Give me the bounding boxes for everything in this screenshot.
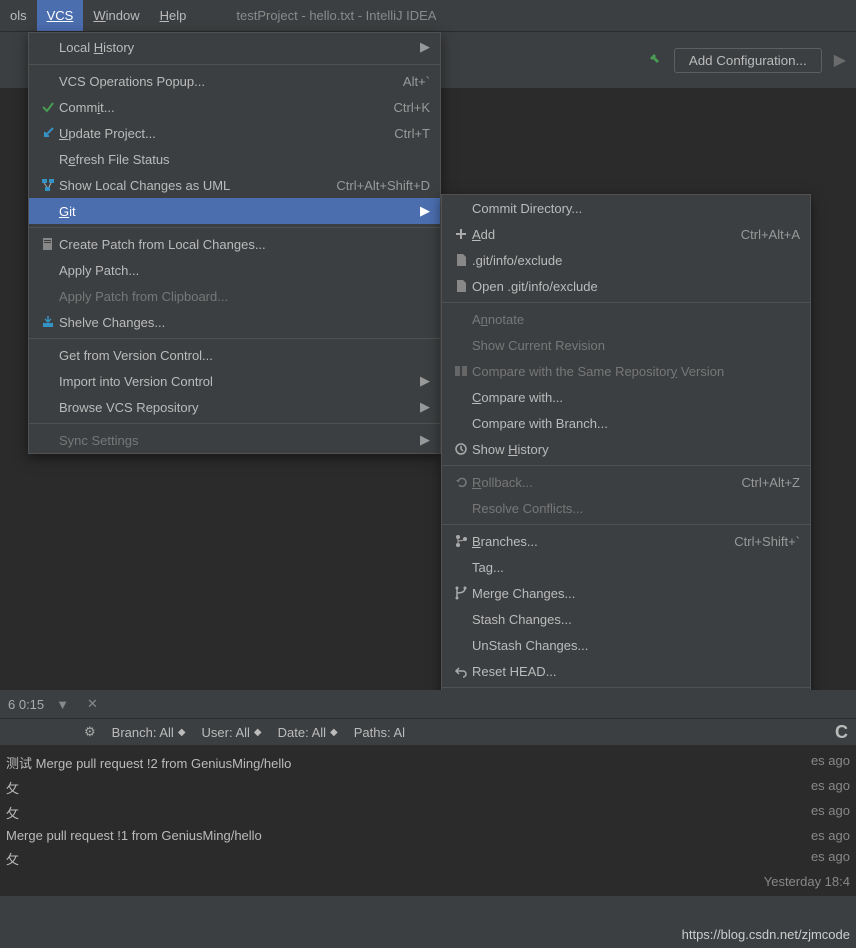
separator xyxy=(442,465,810,466)
separator xyxy=(442,524,810,525)
filter-branch[interactable]: Branch: All◆ xyxy=(112,725,186,740)
gear-icon[interactable]: ⚙ xyxy=(84,724,96,740)
menu-show-uml[interactable]: Show Local Changes as UML Ctrl+Alt+Shift… xyxy=(29,172,440,198)
separator xyxy=(442,302,810,303)
add-configuration-button[interactable]: Add Configuration... xyxy=(674,48,822,73)
menu-tag[interactable]: Tag... xyxy=(442,554,810,580)
separator xyxy=(29,227,440,228)
check-icon xyxy=(37,100,59,114)
menu-update-project[interactable]: Update Project... Ctrl+T xyxy=(29,120,440,146)
log-header: 6 0:15 ▼ ✕ xyxy=(0,690,856,718)
menu-compare-with[interactable]: Compare with... xyxy=(442,384,810,410)
shelve-icon xyxy=(37,315,59,329)
menubar: ols VCS Window Help testProject - hello.… xyxy=(0,0,856,32)
rollback-icon xyxy=(450,475,472,489)
run-icon[interactable]: ▶ xyxy=(834,50,846,70)
menu-window[interactable]: Window xyxy=(83,0,149,31)
menu-tools[interactable]: ols xyxy=(0,0,37,31)
menu-apply-patch[interactable]: Apply Patch... xyxy=(29,257,440,283)
menu-create-patch[interactable]: Create Patch from Local Changes... xyxy=(29,231,440,257)
log-row[interactable]: 攵es ago xyxy=(0,800,856,825)
menu-open-exclude[interactable]: Open .git/info/exclude xyxy=(442,273,810,299)
vcs-log-panel: 6 0:15 ▼ ✕ ⚙ Branch: All◆ User: All◆ Dat… xyxy=(0,690,856,948)
log-row[interactable]: 攵es ago xyxy=(0,775,856,800)
menu-refresh-status[interactable]: Refresh File Status xyxy=(29,146,440,172)
menu-add[interactable]: Add Ctrl+Alt+A xyxy=(442,221,810,247)
menu-stash[interactable]: Stash Changes... xyxy=(442,606,810,632)
refresh-icon[interactable]: C xyxy=(835,722,848,743)
log-filter-bar: ⚙ Branch: All◆ User: All◆ Date: All◆ Pat… xyxy=(0,718,856,746)
menu-show-revision: Show Current Revision xyxy=(442,332,810,358)
update-icon xyxy=(37,126,59,140)
chevron-right-icon: ▶ xyxy=(418,373,430,389)
chevron-right-icon: ▶ xyxy=(418,399,430,415)
chevron-down-icon[interactable]: ▼ xyxy=(56,697,69,712)
hammer-icon[interactable] xyxy=(646,52,662,68)
file-icon xyxy=(450,279,472,293)
uml-icon xyxy=(37,178,59,192)
log-row[interactable]: Yesterday 18:4 xyxy=(0,871,856,892)
menu-branches[interactable]: Branches... Ctrl+Shift+` xyxy=(442,528,810,554)
menu-compare-same: Compare with the Same Repository Version xyxy=(442,358,810,384)
menu-vcs-operations[interactable]: VCS Operations Popup... Alt+` xyxy=(29,68,440,94)
log-row[interactable]: 测试 Merge pull request !2 from GeniusMing… xyxy=(0,750,856,775)
menu-browse-vcs[interactable]: Browse VCS Repository ▶ xyxy=(29,394,440,420)
watermark: https://blog.csdn.net/zjmcode xyxy=(682,927,850,942)
menu-commit[interactable]: Commit... Ctrl+K xyxy=(29,94,440,120)
close-icon[interactable]: ✕ xyxy=(87,696,98,712)
menu-annotate: Annotate xyxy=(442,306,810,332)
filter-paths[interactable]: Paths: Al xyxy=(354,725,405,740)
menu-apply-patch-clipboard: Apply Patch from Clipboard... xyxy=(29,283,440,309)
menu-resolve-conflicts: Resolve Conflicts... xyxy=(442,495,810,521)
chevron-right-icon: ▶ xyxy=(418,432,430,448)
menu-unstash[interactable]: UnStash Changes... xyxy=(442,632,810,658)
menu-rollback: Rollback... Ctrl+Alt+Z xyxy=(442,469,810,495)
menu-vcs[interactable]: VCS xyxy=(37,0,84,31)
separator xyxy=(29,64,440,65)
menu-sync-settings: Sync Settings ▶ xyxy=(29,427,440,453)
filter-date[interactable]: Date: All◆ xyxy=(278,725,338,740)
log-rows: 测试 Merge pull request !2 from GeniusMing… xyxy=(0,746,856,896)
history-icon xyxy=(450,442,472,456)
menu-import-vc[interactable]: Import into Version Control ▶ xyxy=(29,368,440,394)
menu-git-exclude[interactable]: .git/info/exclude xyxy=(442,247,810,273)
log-row[interactable]: Merge pull request !1 from GeniusMing/he… xyxy=(0,825,856,846)
menu-git[interactable]: Git ▶ xyxy=(29,198,440,224)
menu-shelve-changes[interactable]: Shelve Changes... xyxy=(29,309,440,335)
vcs-menu-popup: Local History ▶ VCS Operations Popup... … xyxy=(28,32,441,454)
file-icon xyxy=(450,253,472,267)
menu-get-from-vc[interactable]: Get from Version Control... xyxy=(29,342,440,368)
menu-reset-head[interactable]: Reset HEAD... xyxy=(442,658,810,684)
window-title: testProject - hello.txt - IntelliJ IDEA xyxy=(236,8,436,23)
log-status: 6 0:15 xyxy=(8,697,44,712)
patch-icon xyxy=(37,237,59,251)
separator xyxy=(29,338,440,339)
menu-commit-directory[interactable]: Commit Directory... xyxy=(442,195,810,221)
plus-icon xyxy=(450,228,472,240)
menu-show-history[interactable]: Show History xyxy=(442,436,810,462)
chevron-right-icon: ▶ xyxy=(418,39,430,55)
diff-icon xyxy=(450,364,472,378)
chevron-right-icon: ▶ xyxy=(418,203,430,219)
menu-help[interactable]: Help xyxy=(150,0,197,31)
menu-merge[interactable]: Merge Changes... xyxy=(442,580,810,606)
merge-icon xyxy=(450,586,472,600)
branch-icon xyxy=(450,534,472,548)
menu-compare-branch[interactable]: Compare with Branch... xyxy=(442,410,810,436)
separator xyxy=(442,687,810,688)
undo-icon xyxy=(450,664,472,678)
separator xyxy=(29,423,440,424)
log-row[interactable]: 攵es ago xyxy=(0,846,856,871)
menu-local-history[interactable]: Local History ▶ xyxy=(29,33,440,61)
filter-user[interactable]: User: All◆ xyxy=(202,725,262,740)
